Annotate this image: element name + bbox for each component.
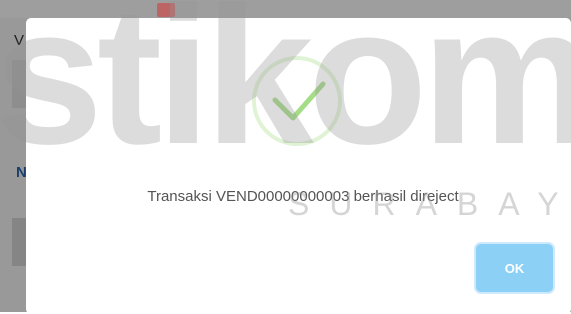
watermark-text: stikom [0,0,571,185]
watermark-subtext: SURABAYA [288,186,571,222]
ok-button[interactable]: OK [476,244,553,292]
